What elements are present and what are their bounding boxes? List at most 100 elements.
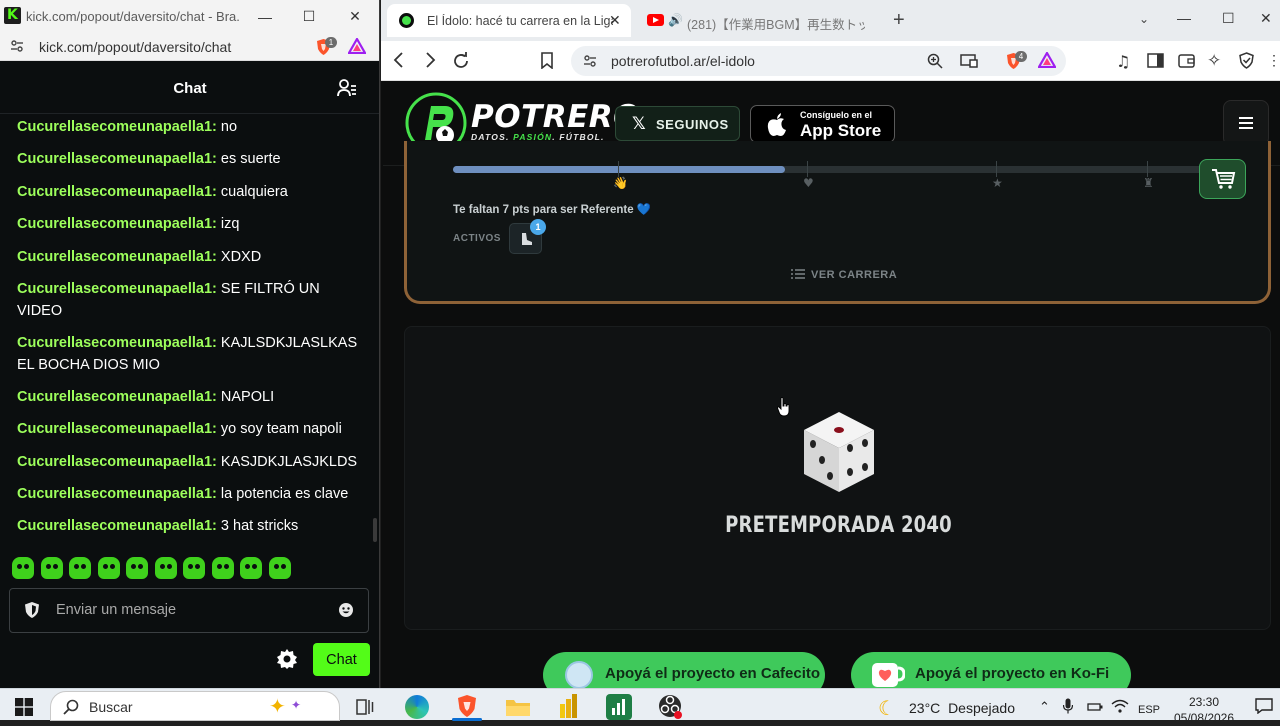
usb-device-icon[interactable] (1087, 700, 1103, 714)
ver-carrera-link[interactable]: VER CARRERA (811, 269, 897, 281)
file-explorer-icon[interactable] (505, 697, 531, 717)
chat-username[interactable]: Cucurellasecomeunapaella1: (17, 486, 217, 502)
cafecito-support-button[interactable]: Apoyá el proyecto en Cafecito (543, 652, 825, 688)
chat-emote-icon[interactable] (211, 557, 234, 579)
maximize-icon[interactable]: ☐ (286, 0, 332, 33)
chat-message: Cucurellasecomeunapaella1: la potencia e… (17, 483, 362, 505)
chat-username[interactable]: Cucurellasecomeunapaella1: (17, 281, 217, 297)
forward-icon[interactable] (424, 52, 436, 68)
chat-message: Cucurellasecomeunapaella1: cualquiera (17, 181, 362, 203)
chat-message: Cucurellasecomeunapaella1: NAPOLI (17, 386, 362, 408)
address-bar[interactable]: potrerofutbol.ar/el-idolo 4 (571, 46, 1066, 76)
app-store-button[interactable]: Consíguelo en el App Store (750, 105, 895, 143)
chat-username[interactable]: Cucurellasecomeunapaella1: (17, 454, 217, 470)
moderation-shield-icon[interactable] (24, 601, 40, 619)
chat-message: Cucurellasecomeunapaella1: es suerte (17, 148, 362, 170)
windows-start-icon[interactable] (15, 698, 33, 716)
music-media-icon[interactable]: ♫ (1116, 52, 1130, 71)
wallet-icon[interactable] (1178, 53, 1195, 68)
user-list-icon[interactable] (337, 79, 357, 97)
minimize-icon[interactable]: — (242, 0, 288, 33)
more-menu-icon[interactable]: ⋮ (1267, 52, 1280, 70)
emote-bar (12, 557, 312, 581)
bookmark-icon[interactable] (541, 52, 553, 69)
shop-cart-button[interactable] (1199, 159, 1246, 199)
kick-address-bar[interactable]: kick.com/popout/daversito/chat 1 (0, 33, 379, 61)
keyboard-language[interactable]: ESP (1138, 704, 1160, 716)
tab-search-chevron-down-icon[interactable]: ⌄ (1139, 12, 1149, 26)
chat-emote-icon[interactable] (183, 557, 205, 579)
chat-username[interactable]: Cucurellasecomeunapaella1: (17, 151, 217, 167)
chat-username[interactable]: Cucurellasecomeunapaella1: (17, 421, 217, 437)
chat-emote-icon[interactable] (268, 557, 291, 579)
chat-emote-icon[interactable] (154, 557, 177, 579)
brave-browser-taskbar-icon[interactable] (455, 694, 479, 718)
taskbar-clock[interactable]: 23:30 05/08/2026 (1168, 694, 1240, 726)
microphone-icon[interactable] (1063, 698, 1073, 714)
chat-emote-icon[interactable] (97, 557, 120, 579)
follow-on-x-button[interactable]: 𝕏 SEGUINOS (615, 106, 740, 141)
new-tab-icon[interactable]: + (893, 9, 905, 32)
chat-header: Chat (0, 62, 379, 114)
chat-username[interactable]: Cucurellasecomeunapaella1: (17, 389, 217, 405)
spreadsheet-app-icon[interactable] (606, 694, 632, 720)
chat-emote-icon[interactable] (12, 557, 34, 579)
close-icon[interactable]: ✕ (1260, 10, 1272, 27)
chat-send-button[interactable]: Chat (313, 643, 370, 676)
taskbar-search-box[interactable]: Buscar ✦ ✦ (50, 691, 340, 721)
wifi-icon[interactable] (1111, 699, 1129, 713)
power-bi-icon[interactable] (558, 694, 580, 718)
preseason-card[interactable]: PRETEMPORADA 2040 (404, 326, 1271, 630)
kofi-support-button[interactable]: Apoyá el proyecto en Ko-Fi (851, 652, 1131, 688)
site-settings-icon[interactable] (10, 39, 24, 53)
taskbar-search-label: Buscar (89, 699, 133, 715)
close-icon[interactable]: ✕ (332, 0, 378, 33)
chat-emote-icon[interactable] (240, 557, 262, 579)
kick-window-titlebar[interactable]: K kick.com/popout/daversito/chat - Bra..… (0, 0, 379, 33)
chat-emote-icon[interactable] (126, 557, 148, 579)
minimize-icon[interactable]: — (1177, 10, 1191, 26)
obs-studio-icon[interactable] (658, 694, 684, 720)
chat-username[interactable]: Cucurellasecomeunapaella1: (17, 335, 217, 351)
chat-input-box[interactable] (9, 588, 369, 633)
chat-scrollbar[interactable] (373, 518, 377, 542)
tab-youtube-bgm[interactable]: 🔊 (281)【作業用BGM】再生数トップ50 (637, 4, 881, 37)
chat-message-list[interactable]: Cucurellasecomeunapaella1: no Cucurellase… (0, 114, 372, 546)
chat-username[interactable]: Cucurellasecomeunapaella1: (17, 518, 217, 534)
emoji-picker-icon[interactable] (338, 602, 354, 618)
chat-username[interactable]: Cucurellasecomeunapaella1: (17, 119, 217, 135)
reload-icon[interactable] (452, 52, 470, 70)
chat-username[interactable]: Cucurellasecomeunapaella1: (17, 249, 217, 265)
cast-device-icon[interactable] (960, 54, 978, 68)
tray-chevron-up-icon[interactable]: ⌃ (1039, 699, 1050, 715)
tab-el-idolo[interactable]: El Ídolo: hacé tu carrera en la Liga ✕ (387, 4, 631, 37)
brave-rewards-icon[interactable] (348, 38, 366, 54)
chat-message-input[interactable] (56, 599, 326, 621)
kick-url-text: kick.com/popout/daversito/chat (39, 39, 232, 55)
leo-ai-icon[interactable]: ✧ (1207, 51, 1221, 71)
back-icon[interactable] (393, 52, 405, 68)
tab-close-icon[interactable]: ✕ (609, 12, 621, 29)
site-settings-icon[interactable] (583, 54, 597, 68)
chat-username[interactable]: Cucurellasecomeunapaella1: (17, 216, 217, 232)
milestone-marker (996, 161, 997, 177)
chat-emote-icon[interactable] (69, 557, 91, 579)
chat-message: Cucurellasecomeunapaella1: KASJDKJLASJKL… (17, 451, 362, 473)
zoom-icon[interactable] (927, 53, 943, 69)
task-view-icon[interactable] (356, 699, 374, 715)
sidebar-toggle-icon[interactable] (1147, 53, 1164, 68)
edge-browser-icon[interactable] (405, 695, 429, 719)
chat-username[interactable]: Cucurellasecomeunapaella1: (17, 184, 217, 200)
chat-settings-gear-icon[interactable] (276, 648, 298, 670)
career-progress-fill (453, 166, 786, 173)
brave-rewards-icon[interactable] (1038, 52, 1056, 68)
notifications-icon[interactable] (1255, 698, 1273, 714)
audio-playing-icon[interactable]: 🔊 (668, 13, 683, 27)
vpn-shield-icon[interactable] (1239, 52, 1254, 69)
milestone-marker (1147, 161, 1148, 177)
maximize-icon[interactable]: ☐ (1222, 10, 1235, 27)
career-card: 👋 ♥ ★ ♜ Te faltan 7 pts para ser Referen… (404, 141, 1271, 304)
hamburger-menu-button[interactable] (1223, 100, 1269, 146)
chat-message-text: es suerte (220, 151, 281, 167)
chat-emote-icon[interactable] (40, 557, 63, 579)
